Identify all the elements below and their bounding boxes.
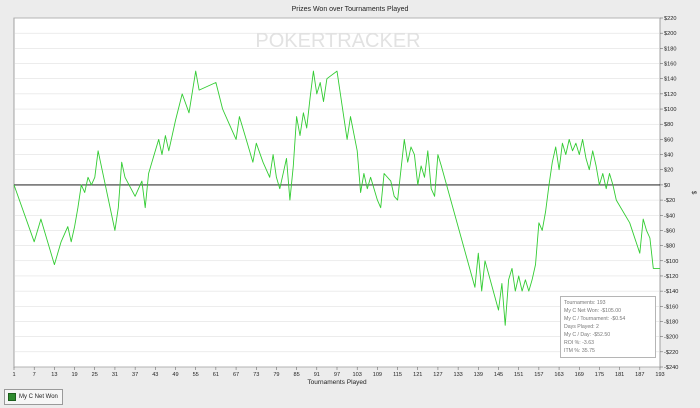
- y-tick-label: -$160: [664, 304, 678, 310]
- x-tick-label: 109: [373, 372, 382, 378]
- x-tick-label: 73: [253, 372, 259, 378]
- x-tick-label: 85: [294, 372, 300, 378]
- x-tick-label: 43: [152, 372, 158, 378]
- y-tick-label: -$240: [664, 365, 678, 371]
- x-tick-label: 121: [413, 372, 422, 378]
- x-tick-label: 97: [334, 372, 340, 378]
- x-tick-label: 169: [575, 372, 584, 378]
- x-tick-label: 139: [474, 372, 483, 378]
- y-tick-label: $160: [664, 62, 676, 68]
- x-tick-label: 133: [453, 372, 462, 378]
- x-tick-label: 175: [595, 372, 604, 378]
- x-axis: 1 7 13 19 25 31 37 43 49 55 61 67 73 79 85 91 97 103 109 11…: [12, 367, 665, 378]
- x-tick-label: 31: [112, 372, 118, 378]
- pokertracker-watermark: POKERTRACKER: [255, 30, 420, 52]
- y-tick-label: $40: [664, 153, 673, 159]
- watermark-part3: TRACKER: [325, 30, 421, 52]
- x-tick-label: 157: [534, 372, 543, 378]
- chart-window: Prizes Won over Tournaments Played POKER…: [0, 0, 700, 408]
- watermark-part2: KER: [284, 30, 325, 52]
- x-tick-label: 37: [132, 372, 138, 378]
- y-tick-label: $0: [664, 183, 670, 189]
- y-tick-label: -$220: [664, 350, 678, 356]
- y-axis-label: $: [690, 191, 697, 195]
- x-tick-label: 25: [92, 372, 98, 378]
- stat-line: Tournaments: 193: [564, 300, 606, 306]
- x-tick-label: 79: [273, 372, 279, 378]
- x-tick-label: 145: [494, 372, 503, 378]
- y-tick-label: $80: [664, 122, 673, 128]
- y-tick-label: $60: [664, 137, 673, 143]
- x-tick-label: 91: [314, 372, 320, 378]
- x-tick-label: 187: [635, 372, 644, 378]
- x-tick-label: 193: [655, 372, 664, 378]
- y-tick-label: -$20: [664, 198, 675, 204]
- y-tick-label: $20: [664, 168, 673, 174]
- x-tick-label: 61: [213, 372, 219, 378]
- stat-line: ITM %: 35.75: [564, 348, 595, 354]
- y-tick-label: -$200: [664, 335, 678, 341]
- legend: My C Net Won: [4, 389, 63, 405]
- stat-line: My C / Tournament: -$0.54: [564, 316, 626, 322]
- x-tick-label: 163: [554, 372, 563, 378]
- x-tick-label: 151: [514, 372, 523, 378]
- y-tick-label: $100: [664, 107, 676, 113]
- x-tick-label: 55: [193, 372, 199, 378]
- stat-line: My C / Day: -$52.50: [564, 332, 611, 338]
- x-tick-label: 127: [433, 372, 442, 378]
- y-tick-label: -$120: [664, 274, 678, 280]
- y-tick-label: -$80: [664, 244, 675, 250]
- legend-swatch: [8, 393, 16, 401]
- stat-line: ROI %: -3.63: [564, 340, 594, 346]
- x-tick-label: 1: [12, 372, 15, 378]
- y-tick-label: $120: [664, 92, 676, 98]
- y-tick-label: $200: [664, 31, 676, 37]
- y-axis: $220 $200 $180 $160 $140 $120 $100 $80 $60 $40 $20…: [660, 16, 678, 371]
- x-tick-label: 49: [172, 372, 178, 378]
- x-tick-label: 13: [51, 372, 57, 378]
- stat-line: Days Played: 2: [564, 324, 599, 330]
- watermark-part1: PO: [255, 30, 284, 52]
- stats-summary-box: Tournaments: 193 My C Net Won: -$105.00 My…: [560, 296, 656, 358]
- y-tick-label: -$40: [664, 213, 675, 219]
- y-tick-label: -$140: [664, 289, 678, 295]
- x-tick-label: 103: [353, 372, 362, 378]
- x-tick-label: 115: [393, 372, 402, 378]
- legend-label: My C Net Won: [19, 394, 58, 400]
- stat-line: My C Net Won: -$105.00: [564, 308, 621, 314]
- y-tick-label: $140: [664, 77, 676, 83]
- y-tick-label: -$60: [664, 228, 675, 234]
- y-tick-label: $180: [664, 46, 676, 52]
- x-tick-label: 181: [615, 372, 624, 378]
- y-tick-label: -$180: [664, 319, 678, 325]
- x-tick-label: 7: [33, 372, 36, 378]
- x-tick-label: 67: [233, 372, 239, 378]
- x-tick-label: 19: [71, 372, 77, 378]
- x-axis-label: Tournaments Played: [307, 379, 367, 386]
- y-tick-label: $220: [664, 16, 676, 22]
- y-tick-label: -$100: [664, 259, 678, 265]
